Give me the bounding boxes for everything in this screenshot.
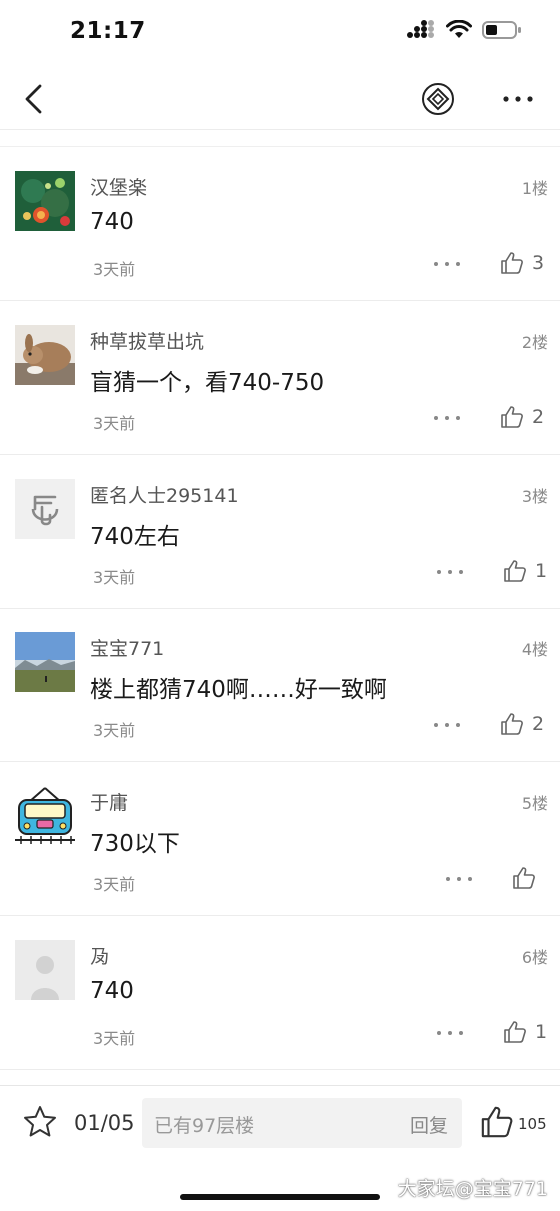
thumbs-up-icon[interactable] (500, 712, 524, 736)
reply-content: 楼上都猜740啊……好一致啊 (90, 677, 387, 703)
back-arrow-icon[interactable] (18, 82, 52, 116)
like-count: 105 (518, 1115, 547, 1133)
username[interactable]: 汉堡楽 (90, 173, 147, 200)
reply-item: 汉堡楽 1楼 740 3天前 3 (0, 147, 560, 301)
nav-bar (0, 66, 560, 130)
wifi-icon (446, 20, 472, 38)
reply-time: 3天前 (93, 875, 136, 894)
avatar-train[interactable] (15, 786, 75, 846)
floor-number: 2楼 (521, 333, 548, 352)
more-options-icon[interactable] (432, 257, 462, 271)
username[interactable]: 于庸 (90, 788, 128, 815)
thumbs-up-icon[interactable] (503, 1020, 527, 1044)
reply-content: 730以下 (90, 831, 180, 857)
reply-content: 740左右 (90, 524, 180, 550)
floor-number: 3楼 (521, 487, 548, 506)
avatar-jewelry[interactable] (15, 171, 75, 231)
more-options-icon[interactable] (435, 1026, 465, 1040)
more-options-icon[interactable] (435, 565, 465, 579)
floor-number: 1楼 (521, 179, 548, 198)
reply-item: 于庸 5楼 730以下 3天前 (0, 762, 560, 916)
floor-number: 4楼 (521, 640, 548, 659)
more-options-icon[interactable] (444, 872, 474, 886)
username[interactable]: 种草拔草出坑 (90, 327, 204, 354)
reply-time: 3天前 (93, 568, 136, 587)
status-icons (406, 20, 522, 40)
like-count: 3 (532, 252, 545, 274)
thumbs-up-icon[interactable] (512, 866, 536, 890)
avatar-landscape[interactable] (15, 632, 75, 692)
reply-content: 740 (90, 209, 134, 235)
like-count: 1 (535, 560, 548, 582)
reply-time: 3天前 (93, 1029, 136, 1048)
floor-number: 5楼 (521, 794, 548, 813)
page-indicator[interactable]: 01/05 (74, 1111, 135, 1135)
reply-item: 宝宝771 4楼 楼上都猜740啊……好一致啊 3天前 2 (0, 608, 560, 762)
like-count: 1 (535, 1021, 548, 1043)
thumbs-up-icon[interactable] (500, 251, 524, 275)
status-bar: 21:17 (0, 0, 560, 66)
like-count: 2 (532, 713, 545, 735)
reply-time: 3天前 (93, 721, 136, 740)
thumbs-up-icon[interactable] (480, 1104, 514, 1140)
floor-number: 6楼 (521, 948, 548, 967)
bottom-bar: 01/05 已有97层楼 回复 105 大家坛@宝宝771 (0, 1085, 560, 1211)
reply-time: 3天前 (93, 414, 136, 433)
watermark: 大家坛@宝宝771 (397, 1178, 548, 1200)
reply-item: 匿名人士295141 3楼 740左右 3天前 1 (0, 455, 560, 609)
diamond-badge-icon[interactable] (420, 81, 456, 117)
username[interactable]: 宝宝771 (90, 634, 164, 661)
like-count: 2 (532, 406, 545, 428)
thumbs-up-icon[interactable] (503, 559, 527, 583)
home-indicator[interactable] (180, 1194, 380, 1200)
avatar-default-person[interactable] (15, 940, 75, 1000)
username[interactable]: 匿名人士295141 (90, 481, 239, 508)
thumbs-up-icon[interactable] (500, 405, 524, 429)
reply-item: 夃 6楼 740 3天前 1 (0, 916, 560, 1070)
username[interactable]: 夃 (90, 942, 109, 969)
avatar-rabbit[interactable] (15, 325, 75, 385)
more-options-icon[interactable] (432, 411, 462, 425)
more-options-icon[interactable] (432, 718, 462, 732)
signal-icon (407, 20, 434, 38)
reply-input[interactable]: 已有97层楼 回复 (142, 1098, 462, 1148)
reply-item: 种草拔草出坑 2楼 盲猜一个，看740-750 3天前 2 (0, 301, 560, 455)
reply-time: 3天前 (93, 260, 136, 279)
reply-placeholder: 已有97层楼 (154, 1115, 255, 1137)
reply-content: 740 (90, 978, 134, 1004)
battery-icon (482, 21, 521, 39)
status-time: 21:17 (70, 18, 146, 44)
reply-content: 盲猜一个，看740-750 (90, 370, 325, 396)
avatar-anonymous-logo[interactable] (15, 479, 75, 539)
star-icon[interactable] (22, 1104, 58, 1140)
more-options-icon[interactable] (498, 86, 538, 112)
reply-button[interactable]: 回复 (410, 1111, 448, 1138)
